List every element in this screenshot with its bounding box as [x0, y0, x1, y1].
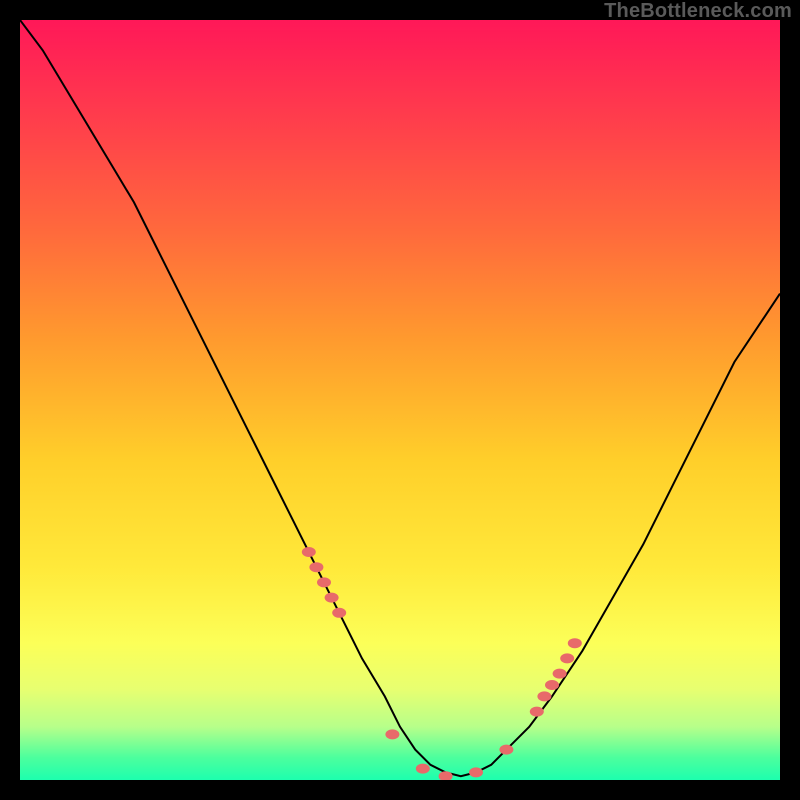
marker-dot [385, 729, 399, 739]
chart-frame: TheBottleneck.com [0, 0, 800, 800]
marker-dot [568, 638, 582, 648]
marker-dot [553, 669, 567, 679]
bottleneck-curve [20, 20, 780, 780]
marker-dot [416, 764, 430, 774]
marker-dot [469, 767, 483, 777]
curve-line [20, 20, 780, 776]
marker-dots [302, 547, 582, 780]
plot-area [20, 20, 780, 780]
marker-dot [439, 771, 453, 780]
marker-dot [302, 547, 316, 557]
marker-dot [560, 653, 574, 663]
marker-dot [499, 745, 513, 755]
marker-dot [325, 593, 339, 603]
marker-dot [317, 577, 331, 587]
marker-dot [545, 680, 559, 690]
marker-dot [332, 608, 346, 618]
marker-dot [537, 691, 551, 701]
marker-dot [309, 562, 323, 572]
marker-dot [530, 707, 544, 717]
watermark-text: TheBottleneck.com [604, 0, 792, 23]
